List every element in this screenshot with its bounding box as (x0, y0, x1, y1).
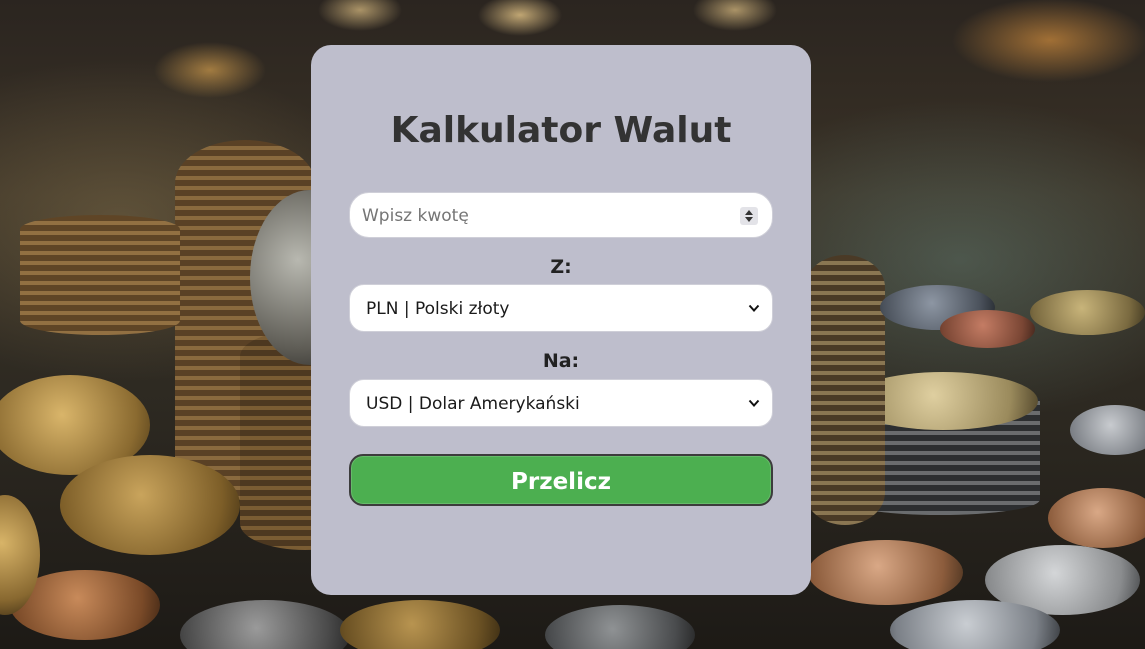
amount-input[interactable]: Wpisz kwotę (349, 192, 773, 238)
copper-coin-right (808, 540, 963, 605)
silver-coin-bottom-center (545, 605, 695, 649)
amount-placeholder: Wpisz kwotę (362, 206, 469, 226)
to-currency-value: USD | Dolar Amerykański (366, 394, 580, 414)
copper-coin-right-2 (1048, 488, 1145, 548)
gold-coin-upper-right (1030, 290, 1145, 335)
from-label: Z: (550, 256, 572, 278)
page-title: Kalkulator Walut (390, 110, 732, 151)
silver-coin-bottom (180, 600, 350, 649)
gold-coin-left-2 (60, 455, 240, 555)
from-currency-value: PLN | Polski złoty (366, 299, 510, 319)
chevron-down-icon (748, 304, 760, 312)
silver-coin-right-2 (1070, 405, 1145, 455)
to-currency-select[interactable]: USD | Dolar Amerykański (349, 379, 773, 427)
coin-stack-far-left (20, 215, 180, 335)
copper-coin-upper-right (940, 310, 1035, 348)
to-label: Na: (542, 350, 580, 372)
gold-coin-bottom-center (340, 600, 500, 649)
spinner-icon[interactable] (740, 207, 758, 225)
from-currency-select[interactable]: PLN | Polski złoty (349, 284, 773, 332)
chevron-down-icon (748, 399, 760, 407)
convert-button[interactable]: Przelicz (349, 454, 773, 506)
convert-button-label: Przelicz (511, 469, 611, 495)
coin-stack-mid-right (805, 255, 885, 525)
currency-calculator-card: Kalkulator Walut Wpisz kwotę Z: PLN | Po… (311, 45, 811, 595)
